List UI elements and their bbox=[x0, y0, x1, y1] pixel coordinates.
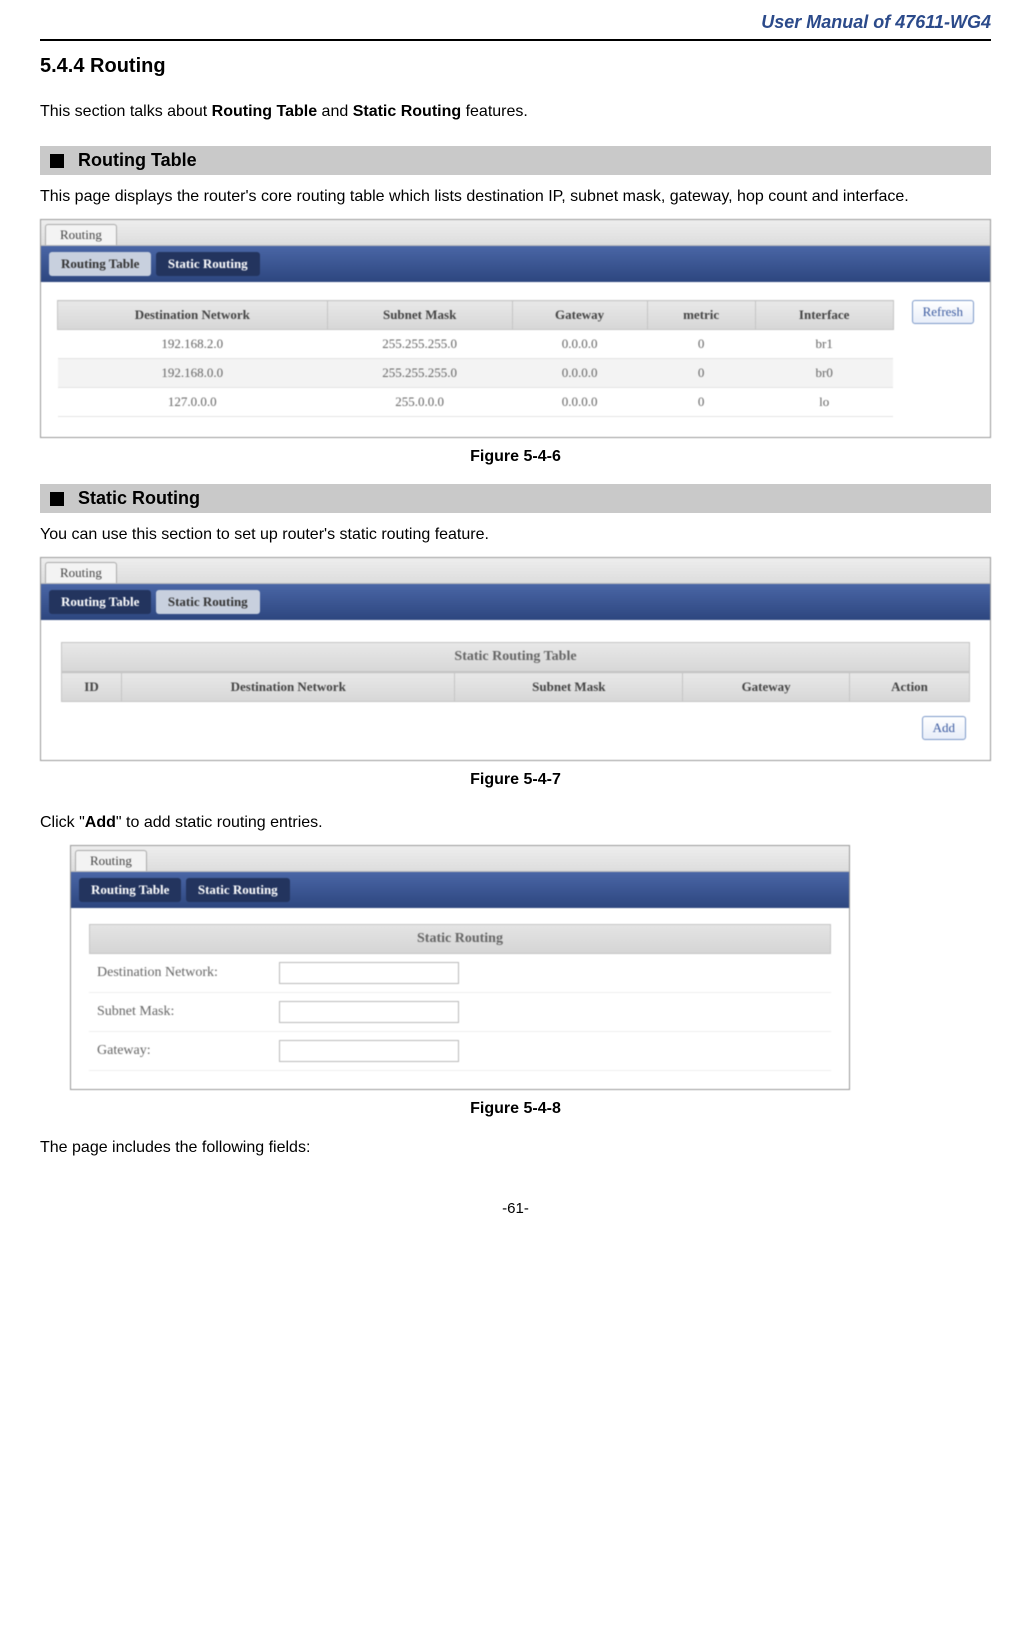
subnet-mask-input[interactable] bbox=[279, 1001, 459, 1023]
cell: lo bbox=[755, 388, 893, 417]
col-mask: Subnet Mask bbox=[455, 673, 683, 702]
label-gateway: Gateway: bbox=[89, 1033, 279, 1069]
col-mask: Subnet Mask bbox=[327, 301, 512, 330]
page-tab-routing[interactable]: Routing bbox=[75, 850, 147, 871]
col-dest: Destination Network bbox=[122, 673, 455, 702]
gateway-input[interactable] bbox=[279, 1040, 459, 1062]
cell: 192.168.2.0 bbox=[58, 330, 328, 359]
col-interface: Interface bbox=[755, 301, 893, 330]
nav-routing-table[interactable]: Routing Table bbox=[49, 590, 151, 614]
nav-static-routing[interactable]: Static Routing bbox=[186, 878, 290, 902]
text: Click " bbox=[40, 814, 85, 831]
static-routing-form: Static Routing Destination Network: Subn… bbox=[89, 924, 831, 1071]
table-row: 192.168.0.0 255.255.255.0 0.0.0.0 0 br0 bbox=[58, 359, 894, 388]
window-tabbar: Routing bbox=[41, 220, 990, 246]
text: " to add static routing entries. bbox=[116, 814, 323, 831]
window-tabbar: Routing bbox=[41, 558, 990, 584]
table-header-row: ID Destination Network Subnet Mask Gatew… bbox=[62, 673, 970, 702]
sub-heading-label: Routing Table bbox=[78, 150, 197, 171]
nav-bar: Routing Table Static Routing bbox=[71, 872, 849, 908]
col-gateway: Gateway bbox=[512, 301, 647, 330]
nav-static-routing[interactable]: Static Routing bbox=[156, 252, 260, 276]
routing-table-grid: Destination Network Subnet Mask Gateway … bbox=[57, 300, 894, 417]
text: features. bbox=[461, 103, 528, 120]
screenshot-routing-table: Routing Routing Table Static Routing Des… bbox=[40, 219, 991, 438]
static-routing-grid: ID Destination Network Subnet Mask Gatew… bbox=[61, 672, 970, 702]
sub-heading-static-routing: Static Routing bbox=[40, 484, 991, 513]
add-instruction: Click "Add" to add static routing entrie… bbox=[40, 807, 991, 839]
cell: 0.0.0.0 bbox=[512, 330, 647, 359]
nav-bar: Routing Table Static Routing bbox=[41, 584, 990, 620]
screenshot-static-routing-form: Routing Routing Table Static Routing Sta… bbox=[70, 845, 850, 1090]
add-button[interactable]: Add bbox=[922, 716, 966, 740]
text: This section talks about bbox=[40, 103, 212, 120]
label-subnet-mask: Subnet Mask: bbox=[89, 994, 279, 1030]
cell: 255.0.0.0 bbox=[327, 388, 512, 417]
nav-static-routing[interactable]: Static Routing bbox=[156, 590, 260, 614]
cell: 0.0.0.0 bbox=[512, 359, 647, 388]
col-dest: Destination Network bbox=[58, 301, 328, 330]
section-heading: 5.4.4 Routing bbox=[40, 55, 991, 78]
col-gateway: Gateway bbox=[683, 673, 850, 702]
figure-caption-548: Figure 5-4-8 bbox=[40, 1100, 991, 1118]
col-action: Action bbox=[850, 673, 970, 702]
form-title: Static Routing bbox=[89, 924, 831, 954]
cell: 255.255.255.0 bbox=[327, 330, 512, 359]
screenshot-static-routing-list: Routing Routing Table Static Routing Sta… bbox=[40, 557, 991, 761]
nav-bar: Routing Table Static Routing bbox=[41, 246, 990, 282]
cell: 127.0.0.0 bbox=[58, 388, 328, 417]
label-destination-network: Destination Network: bbox=[89, 955, 279, 991]
square-bullet-icon bbox=[50, 154, 64, 168]
col-id: ID bbox=[62, 673, 122, 702]
cell: 0 bbox=[647, 359, 755, 388]
refresh-button[interactable]: Refresh bbox=[912, 300, 974, 324]
nav-routing-table[interactable]: Routing Table bbox=[79, 878, 181, 902]
table-row: 127.0.0.0 255.0.0.0 0.0.0.0 0 lo bbox=[58, 388, 894, 417]
sub-heading-label: Static Routing bbox=[78, 488, 200, 509]
page-tab-routing[interactable]: Routing bbox=[45, 224, 117, 245]
page-number: -61- bbox=[40, 1200, 991, 1217]
static-routing-desc: You can use this section to set up route… bbox=[40, 519, 991, 551]
sub-heading-routing-table: Routing Table bbox=[40, 146, 991, 175]
col-metric: metric bbox=[647, 301, 755, 330]
bold-add: Add bbox=[85, 814, 116, 831]
bold-static-routing: Static Routing bbox=[353, 103, 461, 120]
cell: 0 bbox=[647, 330, 755, 359]
cell: 192.168.0.0 bbox=[58, 359, 328, 388]
page-tab-routing[interactable]: Routing bbox=[45, 562, 117, 583]
doc-title: User Manual of 47611-WG4 bbox=[40, 0, 991, 39]
outro-text: The page includes the following fields: bbox=[40, 1132, 991, 1164]
table-row: 192.168.2.0 255.255.255.0 0.0.0.0 0 br1 bbox=[58, 330, 894, 359]
destination-network-input[interactable] bbox=[279, 962, 459, 984]
intro-text: This section talks about Routing Table a… bbox=[40, 96, 991, 128]
static-routing-table-title: Static Routing Table bbox=[61, 642, 970, 672]
cell: br0 bbox=[755, 359, 893, 388]
figure-caption-546: Figure 5-4-6 bbox=[40, 448, 991, 466]
figure-caption-547: Figure 5-4-7 bbox=[40, 771, 991, 789]
bold-routing-table: Routing Table bbox=[212, 103, 317, 120]
header-rule bbox=[40, 39, 991, 41]
text: and bbox=[317, 103, 353, 120]
routing-table-desc: This page displays the router's core rou… bbox=[40, 181, 991, 213]
cell: 0 bbox=[647, 388, 755, 417]
table-header-row: Destination Network Subnet Mask Gateway … bbox=[58, 301, 894, 330]
window-tabbar: Routing bbox=[71, 846, 849, 872]
square-bullet-icon bbox=[50, 492, 64, 506]
cell: br1 bbox=[755, 330, 893, 359]
nav-routing-table[interactable]: Routing Table bbox=[49, 252, 151, 276]
cell: 255.255.255.0 bbox=[327, 359, 512, 388]
cell: 0.0.0.0 bbox=[512, 388, 647, 417]
